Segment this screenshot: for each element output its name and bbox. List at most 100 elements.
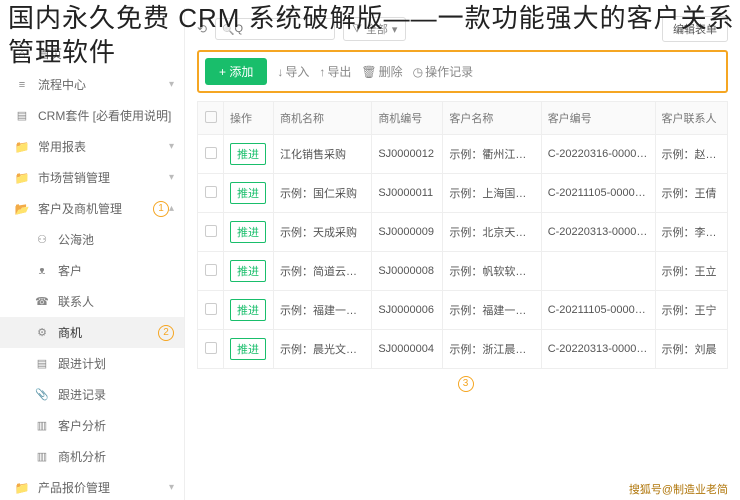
cell-name: 江化销售采购: [274, 135, 372, 174]
chevron-icon: ▾: [169, 482, 174, 493]
folder-teal-icon: 📂: [14, 201, 30, 217]
sidebar-item-1[interactable]: ≡流程中心▾: [0, 69, 184, 100]
promote-button[interactable]: 推进: [230, 260, 266, 282]
app-container: ⌂首页≡流程中心▾▤CRM套件 [必看使用说明]📁常用报表▾📁市场营销管理▾📂客…: [0, 0, 740, 500]
promote-button[interactable]: 推进: [230, 338, 266, 360]
annotation-badge: 2: [158, 325, 174, 341]
cell-contact: 示例：赵仁民: [655, 135, 727, 174]
import-link[interactable]: ↓ 导入: [277, 63, 309, 80]
sidebar-item-label: 跟进记录: [58, 386, 174, 403]
search-box[interactable]: [215, 18, 335, 40]
cell-cust: 示例：上海国仁有限...: [443, 174, 541, 213]
toolbar: + 添加 ↓ 导入 ↑ 导出 🗑 删除 操作记录: [185, 50, 740, 101]
cell-cnum: [541, 252, 655, 291]
footer-credit: 搜狐号@制造业老简: [625, 480, 732, 498]
edit-form-button[interactable]: 编辑表单: [662, 16, 728, 42]
col-header[interactable]: 客户编号: [541, 102, 655, 135]
clip-icon: 📎: [34, 387, 50, 403]
folder-teal-icon: 📁: [14, 480, 30, 496]
sidebar-item-11[interactable]: 📎 跟进记录: [0, 379, 184, 410]
row-checkbox[interactable]: [205, 264, 217, 276]
annotation-badge-3: 3: [197, 369, 728, 398]
cell-contact: 示例：李清海: [655, 213, 727, 252]
sidebar-item-label: CRM套件 [必看使用说明]: [38, 107, 174, 124]
row-checkbox[interactable]: [205, 225, 217, 237]
cell-cust: 示例：浙江晨光文具...: [443, 330, 541, 369]
sidebar-item-14[interactable]: 📁产品报价管理▾: [0, 472, 184, 500]
sidebar-item-0[interactable]: ⌂ 首页: [0, 38, 184, 69]
sidebar-item-2[interactable]: ▤CRM套件 [必看使用说明]: [0, 100, 184, 131]
topbar: 全部 ▾ 编辑表单: [185, 8, 740, 50]
delete-link[interactable]: 🗑 删除: [361, 63, 402, 80]
table-row: 推进示例：天成采购SJ0000009示例：北京天诚软件...C-20220313…: [198, 213, 728, 252]
promote-button[interactable]: 推进: [230, 143, 266, 165]
cell-name: 示例：国仁采购: [274, 174, 372, 213]
sidebar-item-4[interactable]: 📁市场营销管理▾: [0, 162, 184, 193]
chevron-icon: ▾: [169, 172, 174, 183]
table-row: 推进示例：福建一高3月订单SJ0000006示例：福建一高集团C-2021110…: [198, 291, 728, 330]
chart-icon: ▥: [34, 418, 50, 434]
search-input[interactable]: [235, 23, 315, 35]
promote-button[interactable]: 推进: [230, 221, 266, 243]
cell-name: 示例：晨光文具设备...: [274, 330, 372, 369]
table-row: 推进示例：简道云采购SJ0000008示例：帆软软件有限公司示例：王立: [198, 252, 728, 291]
gear-icon: ⚙: [34, 325, 50, 341]
toolbar-highlight: + 添加 ↓ 导入 ↑ 导出 🗑 删除 操作记录: [197, 50, 728, 93]
sidebar-item-3[interactable]: 📁常用报表▾: [0, 131, 184, 162]
sidebar-item-6[interactable]: ⚇公海池: [0, 224, 184, 255]
sidebar-item-label: 市场营销管理: [38, 169, 169, 186]
cell-contact: 示例：王立: [655, 252, 727, 291]
sidebar-item-label: 客户分析: [58, 417, 174, 434]
row-checkbox[interactable]: [205, 303, 217, 315]
row-checkbox[interactable]: [205, 147, 217, 159]
col-header[interactable]: 客户联系人: [655, 102, 727, 135]
annotation-badge: 1: [153, 201, 169, 217]
sidebar-item-label: 商机: [58, 324, 152, 341]
sidebar-item-7[interactable]: ᴥ客户: [0, 255, 184, 286]
cell-code: SJ0000004: [372, 330, 443, 369]
promote-button[interactable]: 推进: [230, 182, 266, 204]
col-header[interactable]: 客户名称: [443, 102, 541, 135]
sidebar-item-label: 联系人: [58, 293, 174, 310]
sidebar-item-5[interactable]: 📂客户及商机管理1▴: [0, 193, 184, 224]
cell-code: SJ0000008: [372, 252, 443, 291]
row-checkbox[interactable]: [205, 342, 217, 354]
cell-cnum: C-20211105-0000001: [541, 174, 655, 213]
home-icon: ⌂: [14, 46, 30, 62]
chevron-icon: ▴: [169, 203, 174, 214]
cell-name: 示例：福建一高3月订单: [274, 291, 372, 330]
add-button[interactable]: + 添加: [205, 58, 267, 85]
cell-code: SJ0000009: [372, 213, 443, 252]
sidebar-item-label: 首页: [38, 45, 174, 62]
col-header[interactable]: 操作: [224, 102, 274, 135]
col-header[interactable]: 商机名称: [274, 102, 372, 135]
sidebar-item-10[interactable]: ▤跟进计划: [0, 348, 184, 379]
main-panel: 全部 ▾ 编辑表单 + 添加 ↓ 导入 ↑ 导出 🗑 删除 操作记录 操作商机名…: [185, 8, 740, 500]
sidebar-item-9[interactable]: ⚙ 商机 2: [0, 317, 184, 348]
sidebar-item-12[interactable]: ▥ 客户分析: [0, 410, 184, 441]
cell-cust: 示例：福建一高集团: [443, 291, 541, 330]
cell-cnum: C-20211105-0000004: [541, 291, 655, 330]
sidebar-item-label: 流程中心: [38, 76, 169, 93]
table-row: 推进示例：国仁采购SJ0000011示例：上海国仁有限...C-20211105…: [198, 174, 728, 213]
refresh-icon[interactable]: [197, 22, 207, 36]
table-row: 推进示例：晨光文具设备...SJ0000004示例：浙江晨光文具...C-202…: [198, 330, 728, 369]
cell-name: 示例：天成采购: [274, 213, 372, 252]
cell-contact: 示例：王倩: [655, 174, 727, 213]
sidebar-item-8[interactable]: ☎联系人: [0, 286, 184, 317]
cell-contact: 示例：刘晨: [655, 330, 727, 369]
log-link[interactable]: 操作记录: [413, 63, 474, 80]
select-all-checkbox[interactable]: [205, 111, 217, 123]
col-header[interactable]: 商机编号: [372, 102, 443, 135]
filter-all[interactable]: 全部 ▾: [343, 17, 406, 41]
sidebar-item-13[interactable]: ▥商机分析: [0, 441, 184, 472]
clock-icon: [413, 65, 423, 79]
chevron-down-icon: ▾: [392, 23, 398, 36]
promote-button[interactable]: 推进: [230, 299, 266, 321]
sidebar-item-label: 跟进计划: [58, 355, 174, 372]
cell-cnum: C-20220313-0000002: [541, 213, 655, 252]
folder-teal-icon: 📁: [14, 139, 30, 155]
row-checkbox[interactable]: [205, 186, 217, 198]
export-link[interactable]: ↑ 导出: [319, 63, 351, 80]
sidebar-item-label: 客户: [58, 262, 174, 279]
